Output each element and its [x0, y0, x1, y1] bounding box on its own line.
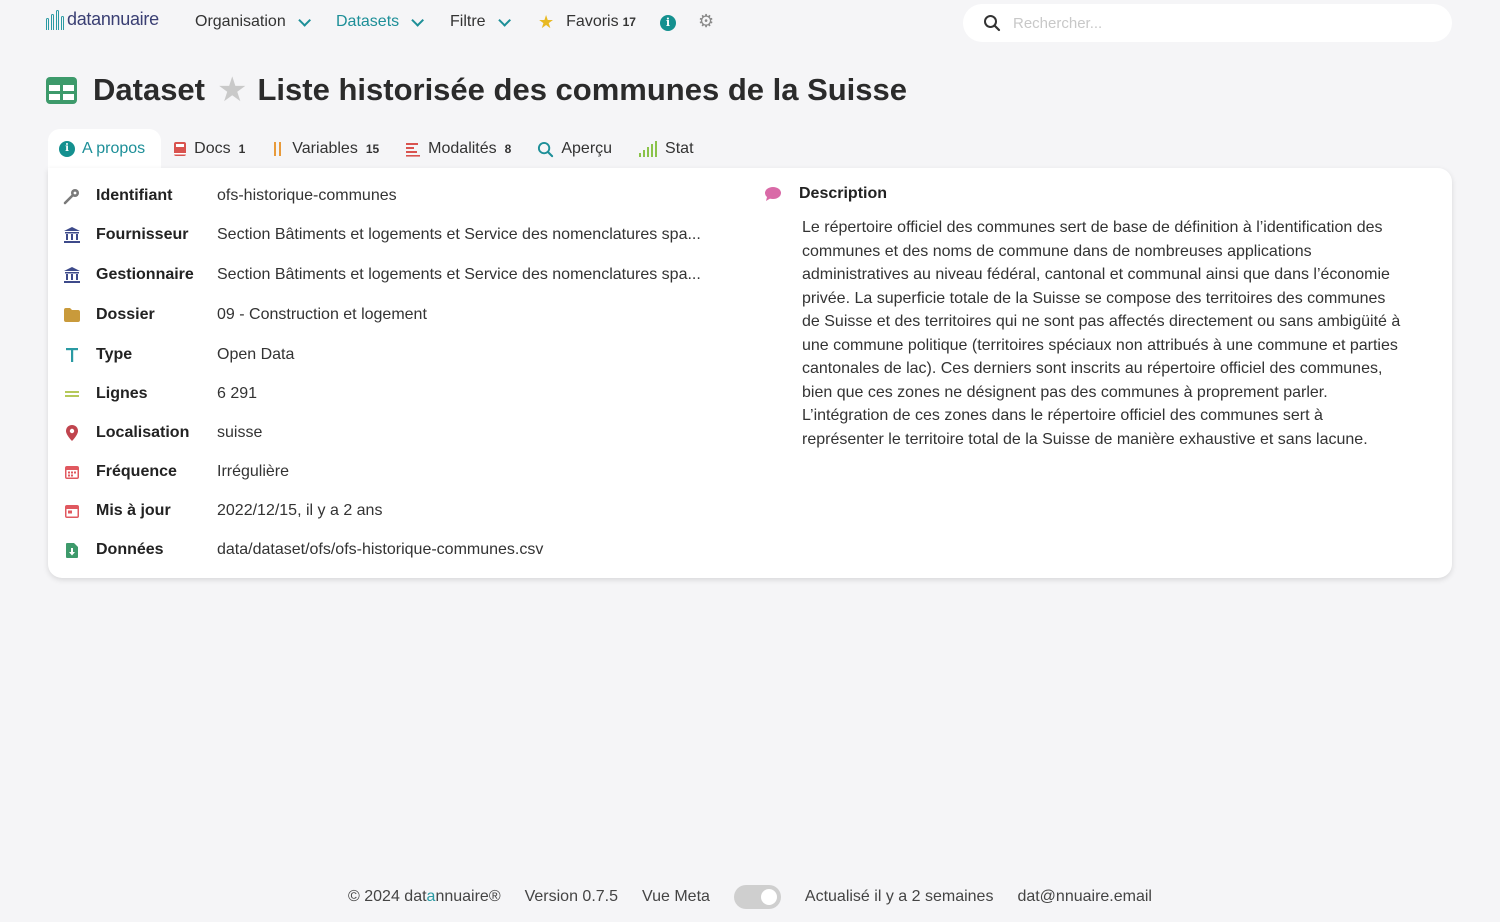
table-icon: [46, 76, 77, 104]
footer-version: Version 0.7.5: [524, 888, 619, 905]
field-label: Localisation: [96, 424, 190, 441]
tab-label: Stat: [665, 140, 694, 157]
tab-label: Docs: [194, 140, 231, 157]
footer-copyright: © 2024 datannuaire®: [348, 888, 501, 906]
copyright-suffix: nnuaire®: [435, 888, 501, 905]
star-icon: ★: [538, 12, 555, 32]
tab-count: 8: [504, 142, 512, 156]
favorite-star-icon[interactable]: ★: [217, 73, 247, 107]
page-header: Dataset ★ Liste historisée des communes …: [46, 72, 907, 108]
nav-datasets-label: Datasets: [336, 13, 400, 30]
logo-bars-icon: [46, 9, 64, 30]
field-value: ofs-historique-communes: [217, 187, 397, 204]
field-label: Dossier: [96, 306, 155, 323]
field-label: Fréquence: [96, 463, 177, 480]
tab-label: Modalités: [428, 140, 497, 157]
folder-icon: [62, 305, 82, 325]
logo[interactable]: datannuaire: [46, 9, 159, 30]
search-input[interactable]: [1013, 14, 1413, 32]
field-value: 09 - Construction et logement: [217, 306, 427, 323]
nav-datasets[interactable]: Datasets: [336, 13, 425, 31]
tab-count: 15: [365, 142, 380, 156]
signal-bars-icon: [639, 141, 658, 157]
description-label: Description: [799, 185, 888, 202]
nav-filtre[interactable]: Filtre: [450, 13, 511, 31]
gear-icon[interactable]: ⚙: [698, 12, 714, 30]
page-title: Liste historisée des communes de la Suis…: [257, 72, 908, 107]
field-value: Irrégulière: [217, 463, 290, 480]
key-icon: [62, 186, 82, 206]
field-label: Identifiant: [96, 187, 173, 204]
field-value: 2022/12/15, il y a 2 ans: [217, 502, 383, 519]
field-value: 6 291: [217, 385, 258, 402]
info-icon: i: [59, 141, 75, 157]
institution-icon: [62, 265, 82, 285]
field-value[interactable]: data/dataset/ofs/ofs-historique-communes…: [217, 541, 543, 559]
logo-text-2: annuaire: [91, 9, 159, 29]
tab-count: 1: [238, 142, 246, 156]
footer-vue-meta[interactable]: Vue Meta: [642, 888, 710, 906]
tab-modalites[interactable]: Modalités 8: [393, 129, 525, 169]
description-text: Le répertoire officiel des communes sert…: [802, 219, 1401, 448]
nav-organisation-label: Organisation: [195, 13, 286, 30]
tab-docs[interactable]: Docs 1: [161, 129, 259, 169]
chevron-down-icon: [497, 13, 511, 27]
file-download-icon: [62, 540, 82, 560]
field-value: suisse: [217, 424, 263, 441]
search-bar[interactable]: [963, 4, 1452, 42]
sun-icon: [760, 889, 777, 905]
logo-text-1: dat: [67, 9, 92, 29]
comment-icon: [765, 187, 781, 201]
tab-a-propos[interactable]: i A propos: [48, 129, 162, 169]
tab-variables[interactable]: Variables 15: [259, 129, 393, 169]
chevron-down-icon: [411, 13, 425, 27]
search-icon: [984, 15, 1001, 32]
field-label: Gestionnaire: [96, 266, 194, 283]
book-icon: [174, 142, 187, 156]
theme-toggle[interactable]: [733, 885, 781, 909]
columns-icon: [274, 142, 282, 156]
copyright-prefix: © 2024 dat: [348, 888, 427, 905]
search-icon: [538, 141, 554, 157]
tab-apercu[interactable]: Aperçu: [525, 129, 626, 169]
chevron-down-icon: [297, 13, 311, 27]
institution-icon: [62, 225, 82, 245]
nav-organisation[interactable]: Organisation: [195, 13, 311, 31]
nav-filtre-label: Filtre: [450, 13, 486, 30]
footer-updated: Actualisé il y a 2 semaines: [804, 888, 994, 905]
type-icon: [62, 345, 82, 365]
info-icon[interactable]: i: [660, 15, 676, 31]
nav-favoris[interactable]: ★ Favoris 17: [538, 13, 636, 31]
list-icon: [406, 143, 421, 157]
field-value: Open Data: [217, 346, 295, 363]
field-label: Type: [96, 346, 133, 363]
nav-favoris-label: Favoris: [566, 13, 619, 30]
calendar-icon: [62, 462, 82, 482]
tab-bar: i A propos Docs 1 Variables 15 Modalités…: [48, 129, 708, 169]
description-header: Description: [764, 185, 887, 203]
tab-label: Variables: [292, 140, 358, 157]
lines-icon: [62, 384, 82, 404]
about-panel: Identifiant ofs-historique-communes Four…: [48, 168, 1452, 578]
footer: © 2024 datannuaire® Version 0.7.5 Vue Me…: [0, 884, 1500, 910]
favoris-count: 17: [622, 15, 636, 29]
page-kind: Dataset: [93, 72, 205, 107]
top-navigation: datannuaire Organisation Datasets Filtre…: [0, 0, 1500, 46]
field-label: Mis à jour: [96, 502, 171, 519]
field-label: Fournisseur: [96, 226, 189, 243]
tab-label: Aperçu: [561, 140, 613, 157]
field-label: Lignes: [96, 385, 148, 402]
location-pin-icon: [62, 423, 82, 443]
footer-email[interactable]: dat@nnuaire.email: [1017, 888, 1152, 906]
field-label: Données: [96, 541, 164, 558]
field-value: Section Bâtiments et logements et Servic…: [217, 266, 701, 283]
tab-stat[interactable]: Stat: [626, 129, 707, 169]
calendar-icon: [62, 501, 82, 521]
field-value: Section Bâtiments et logements et Servic…: [217, 226, 701, 243]
tab-label: A propos: [82, 140, 146, 157]
